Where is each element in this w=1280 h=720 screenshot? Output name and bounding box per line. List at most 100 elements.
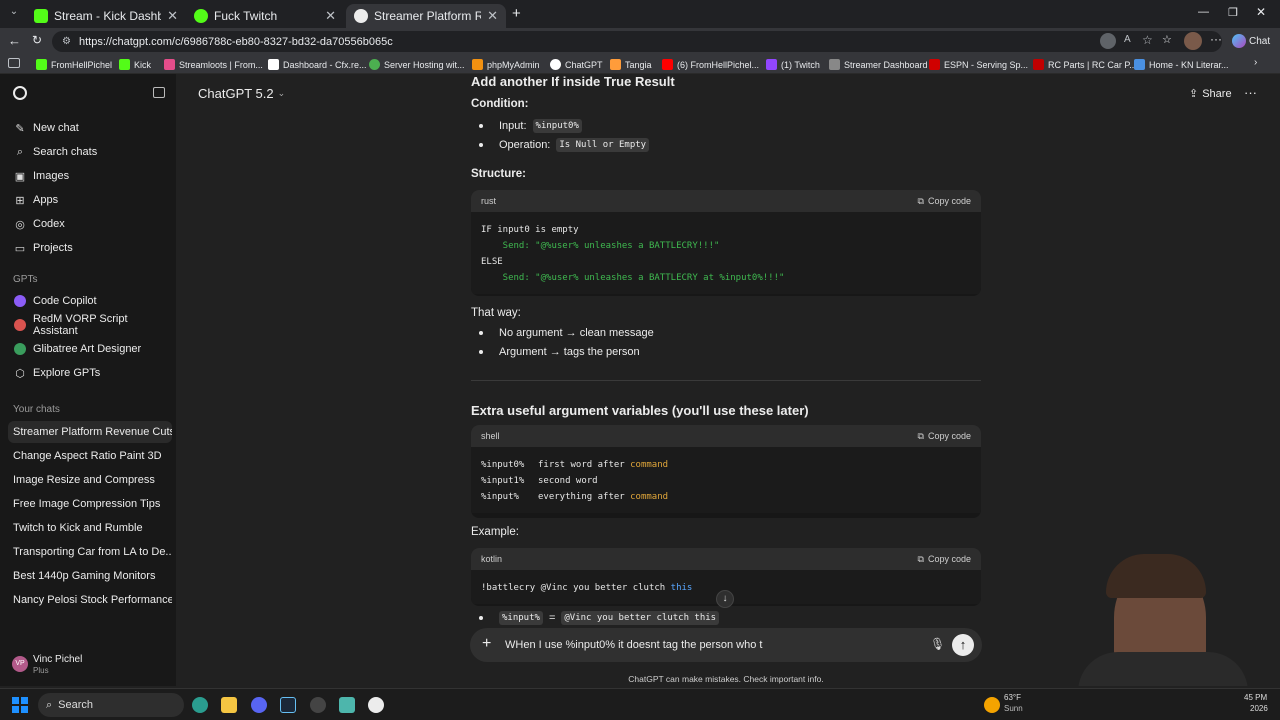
bookmark-item[interactable]: phpMyAdmin (472, 57, 540, 72)
chat-item[interactable]: Free Image Compression Tips (8, 493, 172, 515)
chat-item[interactable]: Transporting Car from LA to De... (8, 541, 172, 563)
bookmark-item[interactable]: Home - KN Literar... (1134, 57, 1229, 72)
copy-label: Copy code (927, 431, 971, 441)
code-line: IF input0 is empty (481, 225, 579, 235)
chevron-right-icon[interactable]: › (1254, 57, 1257, 68)
model-selector[interactable]: ChatGPT 5.2 ⌄ (198, 86, 285, 101)
sidebar-toggle-icon[interactable] (8, 58, 20, 68)
window-close-icon[interactable]: ✕ (1256, 5, 1266, 19)
sidebar-item-new-chat[interactable]: ✎ New chat (8, 117, 170, 139)
sidebar-item-apps[interactable]: ⊞ Apps (8, 189, 170, 211)
tab-label: Stream - Kick Dashboard (54, 9, 162, 23)
close-icon[interactable]: ✕ (167, 8, 178, 24)
code-line-text: Send: "@%user% unleashes a BATTLECRY at … (481, 273, 785, 283)
reload-icon[interactable]: ↻ (32, 33, 42, 47)
chat-item[interactable]: Twitch to Kick and Rumble (8, 517, 172, 539)
close-icon[interactable]: ✕ (325, 8, 336, 24)
bookmark-item[interactable]: Dashboard - Cfx.re... (268, 57, 367, 72)
copy-code-button[interactable]: ⧉ Copy code (918, 431, 971, 442)
list-text: Argument → tags the person (499, 346, 640, 358)
user-name: Vinc Pichel (33, 654, 83, 665)
code-keyword: this (670, 583, 693, 593)
maximize-icon[interactable]: ❐ (1228, 6, 1238, 19)
minimize-icon[interactable]: — (1198, 6, 1209, 18)
code-block-header: kotlin ⧉ Copy code (471, 548, 981, 570)
bookmark-item[interactable]: Streamer Dashboard (829, 57, 928, 72)
more-options-icon[interactable]: ··· (1244, 85, 1257, 100)
profile-avatar[interactable] (1184, 32, 1202, 50)
bookmark-item[interactable]: (1) Twitch (766, 57, 820, 72)
taskbar-search[interactable]: ⌕ Search (38, 693, 184, 717)
microphone-icon[interactable]: 🎙 (930, 637, 945, 651)
copy-code-button[interactable]: ⧉ Copy code (918, 196, 971, 207)
chatgpt-app-icon[interactable] (368, 697, 384, 713)
translate-icon[interactable] (1100, 33, 1116, 49)
sidebar-item-projects[interactable]: ▭ Projects (8, 237, 170, 259)
scroll-down-button[interactable]: ↓ (716, 590, 734, 608)
bookmark-item[interactable]: (6) FromHellPichel... (662, 57, 759, 72)
read-aloud-icon[interactable]: A (1124, 34, 1131, 45)
bookmark-item[interactable]: Tangia (610, 57, 652, 72)
code-line: ELSE (481, 257, 503, 267)
gpts-heading: GPTs (13, 274, 38, 285)
openai-logo-icon[interactable] (13, 86, 27, 100)
message-input[interactable]: WHen I use %input0% it doesnt tag the pe… (505, 639, 762, 651)
bookmark-item[interactable]: Kick (119, 57, 151, 72)
clock-date: 2026 (1250, 704, 1268, 713)
back-icon[interactable]: ← (8, 33, 21, 48)
more-menu-icon[interactable]: ··· (1210, 32, 1222, 46)
bookmark-label: (1) Twitch (781, 59, 820, 70)
send-button[interactable]: ↑ (952, 634, 974, 656)
streamer-shirt-image (1078, 652, 1248, 686)
tab-fuck-twitch[interactable]: Fuck Twitch ✕ (186, 4, 344, 28)
bookmark-favicon (610, 59, 621, 70)
edge-icon[interactable] (192, 697, 208, 713)
steam-icon[interactable] (280, 697, 296, 713)
chat-item[interactable]: Streamer Platform Revenue Cuts (8, 421, 172, 443)
inline-code: @Vinc you better clutch this (561, 611, 720, 625)
bookmark-item[interactable]: RC Parts | RC Car P... (1033, 57, 1137, 72)
tab-kick-dashboard[interactable]: Stream - Kick Dashboard ✕ (26, 4, 186, 28)
close-sidebar-icon[interactable] (153, 87, 165, 98)
bookmark-item[interactable]: ESPN - Serving Sp... (929, 57, 1028, 72)
copy-icon: ⧉ (917, 195, 924, 206)
close-icon[interactable]: ✕ (487, 8, 498, 24)
tab-list-icon[interactable]: ⌄ (6, 6, 22, 22)
share-button[interactable]: ⇪ Share (1189, 87, 1232, 101)
app-icon[interactable] (339, 697, 355, 713)
chat-item[interactable]: Nancy Pelosi Stock Performance (8, 589, 172, 611)
chat-item[interactable]: Change Aspect Ratio Paint 3D (8, 445, 172, 467)
bookmark-label: Server Hosting wit... (384, 59, 465, 70)
discord-icon[interactable] (251, 697, 267, 713)
url-field[interactable]: ⚙ https://chatgpt.com/c/6986788c-eb80-83… (52, 31, 1222, 52)
sidebar-item-search[interactable]: ⌕ Search chats (8, 141, 170, 163)
tab-streamer-platform[interactable]: Streamer Platform Revenue Cuts ✕ (346, 4, 506, 28)
obs-icon[interactable] (310, 697, 326, 713)
inline-code: %input% (499, 611, 543, 625)
bookmark-item[interactable]: Server Hosting wit... (369, 57, 465, 72)
favorite-star-icon[interactable]: ☆ (1142, 33, 1153, 47)
bookmark-item[interactable]: ChatGPT (550, 57, 603, 72)
copilot-chat-button[interactable]: Chat (1232, 32, 1270, 50)
sidebar-item-images[interactable]: ▣ Images (8, 165, 170, 187)
favorites-icon[interactable]: ☆ (1162, 33, 1172, 46)
gpt-item-redm[interactable]: RedM VORP Script Assistant (8, 313, 170, 337)
bookmark-item[interactable]: FromHellPichel (36, 57, 112, 72)
user-profile[interactable]: VP Vinc Pichel Plus (8, 650, 168, 678)
gpt-item-explore[interactable]: ⬡ Explore GPTs (8, 362, 170, 384)
bookmark-label: ESPN - Serving Sp... (944, 59, 1029, 70)
code-block-header: shell ⧉ Copy code (471, 425, 981, 447)
gpt-item-glibatree[interactable]: Glibatree Art Designer (8, 338, 170, 360)
windows-start-icon[interactable] (12, 697, 28, 713)
new-tab-icon[interactable]: + (512, 5, 521, 22)
bookmark-item[interactable]: Streamloots | From... (164, 57, 263, 72)
copy-icon: ⧉ (917, 430, 924, 441)
file-explorer-icon[interactable] (221, 697, 237, 713)
copy-code-button[interactable]: ⧉ Copy code (918, 554, 971, 565)
gpt-item-code-copilot[interactable]: Code Copilot (8, 290, 170, 312)
sidebar-item-codex[interactable]: ◎ Codex (8, 213, 170, 235)
chat-item[interactable]: Best 1440p Gaming Monitors (8, 565, 172, 587)
site-info-icon[interactable]: ⚙ (62, 36, 71, 47)
chat-item[interactable]: Image Resize and Compress (8, 469, 172, 491)
add-attachment-icon[interactable]: + (482, 635, 491, 653)
